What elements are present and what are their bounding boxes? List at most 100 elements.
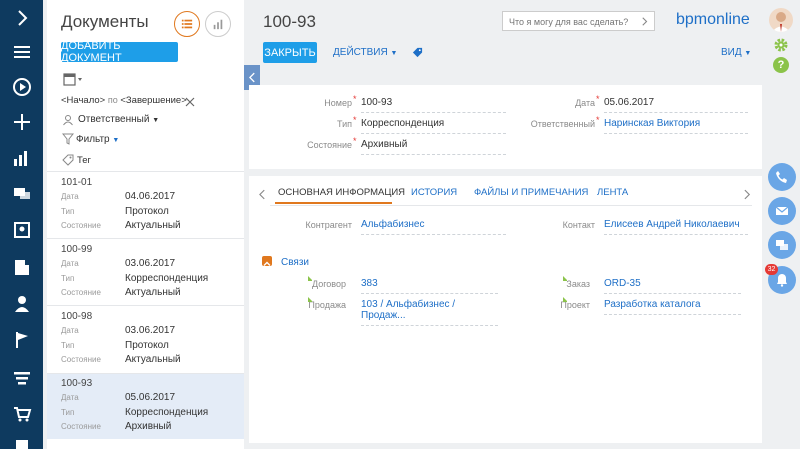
contractor-label: Контрагент — [305, 220, 352, 230]
date-field[interactable]: 05.06.2017 — [604, 97, 748, 113]
item-type-label: Тип — [61, 341, 75, 350]
tab-main-info[interactable]: ОСНОВНАЯ ИНФОРМАЦИЯ — [278, 187, 405, 198]
item-date-label: Дата — [61, 259, 79, 268]
item-title[interactable]: 101-01 — [61, 177, 92, 188]
command-input[interactable] — [509, 15, 634, 28]
logo: bpmonline — [676, 11, 750, 28]
type-label: Тип — [336, 119, 352, 129]
item-type-label: Тип — [61, 408, 75, 417]
tabs-scroll-left-icon[interactable] — [259, 187, 267, 200]
item-date-label: Дата — [61, 326, 79, 335]
item-date: 05.06.2017 — [125, 392, 176, 403]
view-button[interactable]: ВИД ▼ — [721, 47, 751, 58]
person-icon — [62, 113, 74, 126]
type-field[interactable]: Корреспонденция — [361, 118, 506, 134]
user-icon[interactable] — [0, 289, 43, 319]
collapse-group-icon[interactable] — [262, 256, 272, 266]
order-field[interactable]: ORD-35 — [604, 278, 741, 294]
tabs-scroll-right-icon[interactable] — [744, 187, 752, 200]
plus-icon[interactable] — [0, 107, 43, 137]
gear-icon[interactable] — [773, 37, 789, 53]
active-tab-underline — [275, 202, 392, 204]
list-icon — [181, 19, 193, 29]
add-document-button[interactable]: ДОБАВИТЬ ДОКУМЕНТ — [61, 40, 178, 64]
clear-period-icon[interactable] — [185, 94, 195, 107]
list-item-selected[interactable]: 100-93 Дата 05.06.2017 Тип Корреспонденц… — [47, 373, 244, 439]
actions-label: ДЕЙСТВИЯ — [333, 47, 388, 58]
chevron-down-icon: ▼ — [390, 50, 398, 57]
command-line[interactable] — [502, 11, 655, 31]
flag-icon[interactable] — [0, 325, 43, 355]
left-navigation — [0, 0, 43, 449]
tag-icon[interactable] — [412, 45, 424, 58]
required-marker: * — [353, 94, 357, 104]
close-button[interactable]: ЗАКРЫТЬ — [263, 42, 317, 63]
accounts-icon[interactable] — [0, 252, 43, 282]
list-item[interactable]: 101-01 Дата 04.06.2017 Тип Протокол Сост… — [47, 171, 244, 238]
date-label: Дата — [575, 98, 595, 108]
period-start[interactable]: <Начало> — [61, 95, 105, 106]
item-type: Корреспонденция — [125, 273, 209, 284]
item-type-label: Тип — [61, 274, 75, 283]
filter-button[interactable]: Фильтр ▼ — [76, 134, 119, 145]
contact-label: Контакт — [562, 220, 595, 230]
item-state-label: Состояние — [61, 355, 101, 364]
item-state: Актуальный — [125, 220, 181, 231]
item-type: Протокол — [125, 340, 169, 351]
tabs-divider — [270, 205, 752, 206]
item-title[interactable]: 100-98 — [61, 311, 92, 322]
section-title: Документы — [61, 12, 149, 31]
tab-files[interactable]: ФАЙЛЫ И ПРИМЕЧАНИЯ — [474, 187, 588, 198]
analytics-view-button[interactable] — [205, 11, 231, 37]
chevron-right-icon[interactable] — [642, 17, 648, 26]
contacts-icon[interactable] — [0, 215, 43, 245]
period-end[interactable]: <Завершение> — [120, 95, 186, 106]
item-type-label: Тип — [61, 207, 75, 216]
chat-icon[interactable] — [0, 179, 43, 209]
help-icon[interactable]: ? — [773, 57, 789, 73]
chevron-right-icon[interactable] — [0, 3, 43, 33]
period-sep: по — [107, 95, 118, 105]
tag-button[interactable]: Тег — [77, 155, 91, 166]
link-marker-icon — [308, 276, 313, 281]
filter-icon — [61, 132, 75, 145]
link-marker-icon — [563, 297, 568, 302]
item-title[interactable]: 100-99 — [61, 244, 92, 255]
contract-field[interactable]: 383 — [361, 278, 498, 294]
chevron-down-icon: ▼ — [112, 137, 120, 144]
record-title: 100-93 — [263, 12, 316, 31]
call-button[interactable] — [768, 163, 796, 191]
phone-icon — [776, 171, 787, 183]
number-label: Номер — [324, 98, 352, 108]
email-button[interactable] — [768, 197, 796, 225]
bell-icon — [777, 274, 787, 287]
play-icon[interactable] — [0, 72, 43, 102]
links-group-title[interactable]: Связи — [281, 257, 309, 268]
dashboard-icon[interactable] — [0, 143, 43, 173]
owner-field[interactable]: Наринская Виктория — [604, 118, 748, 134]
state-field[interactable]: Архивный — [361, 139, 506, 155]
responsible-filter[interactable]: Ответственный ▼ — [78, 114, 159, 125]
funnel-icon[interactable] — [0, 363, 43, 393]
period-filter[interactable]: <Начало> по <Завершение> — [61, 95, 187, 106]
item-state-label: Состояние — [61, 288, 101, 297]
avatar[interactable] — [769, 8, 793, 32]
list-item[interactable]: 100-98 Дата 03.06.2017 Тип Протокол Сост… — [47, 305, 244, 373]
owner-label: Ответственный — [530, 119, 595, 129]
document-icon[interactable] — [0, 432, 43, 449]
number-field[interactable]: 100-93 — [361, 97, 506, 113]
contact-field[interactable]: Елисеев Андрей Николаевич — [604, 219, 748, 235]
contractor-field[interactable]: Альфабизнес — [361, 219, 506, 235]
menu-icon[interactable] — [0, 37, 43, 67]
actions-button[interactable]: ДЕЙСТВИЯ ▼ — [333, 47, 397, 58]
item-title[interactable]: 100-93 — [61, 378, 92, 389]
tab-feed[interactable]: ЛЕНТА — [597, 187, 628, 198]
cart-icon[interactable] — [0, 399, 43, 429]
calendar-filter-button[interactable] — [61, 72, 85, 86]
chat-button[interactable] — [768, 231, 796, 259]
project-field[interactable]: Разработка каталога — [604, 299, 741, 315]
list-item[interactable]: 100-99 Дата 03.06.2017 Тип Корреспонденц… — [47, 238, 244, 305]
sale-field[interactable]: 103 / Альфабизнес / Продаж... — [361, 299, 498, 326]
list-view-button[interactable] — [174, 11, 200, 37]
tab-history[interactable]: ИСТОРИЯ — [411, 187, 457, 198]
